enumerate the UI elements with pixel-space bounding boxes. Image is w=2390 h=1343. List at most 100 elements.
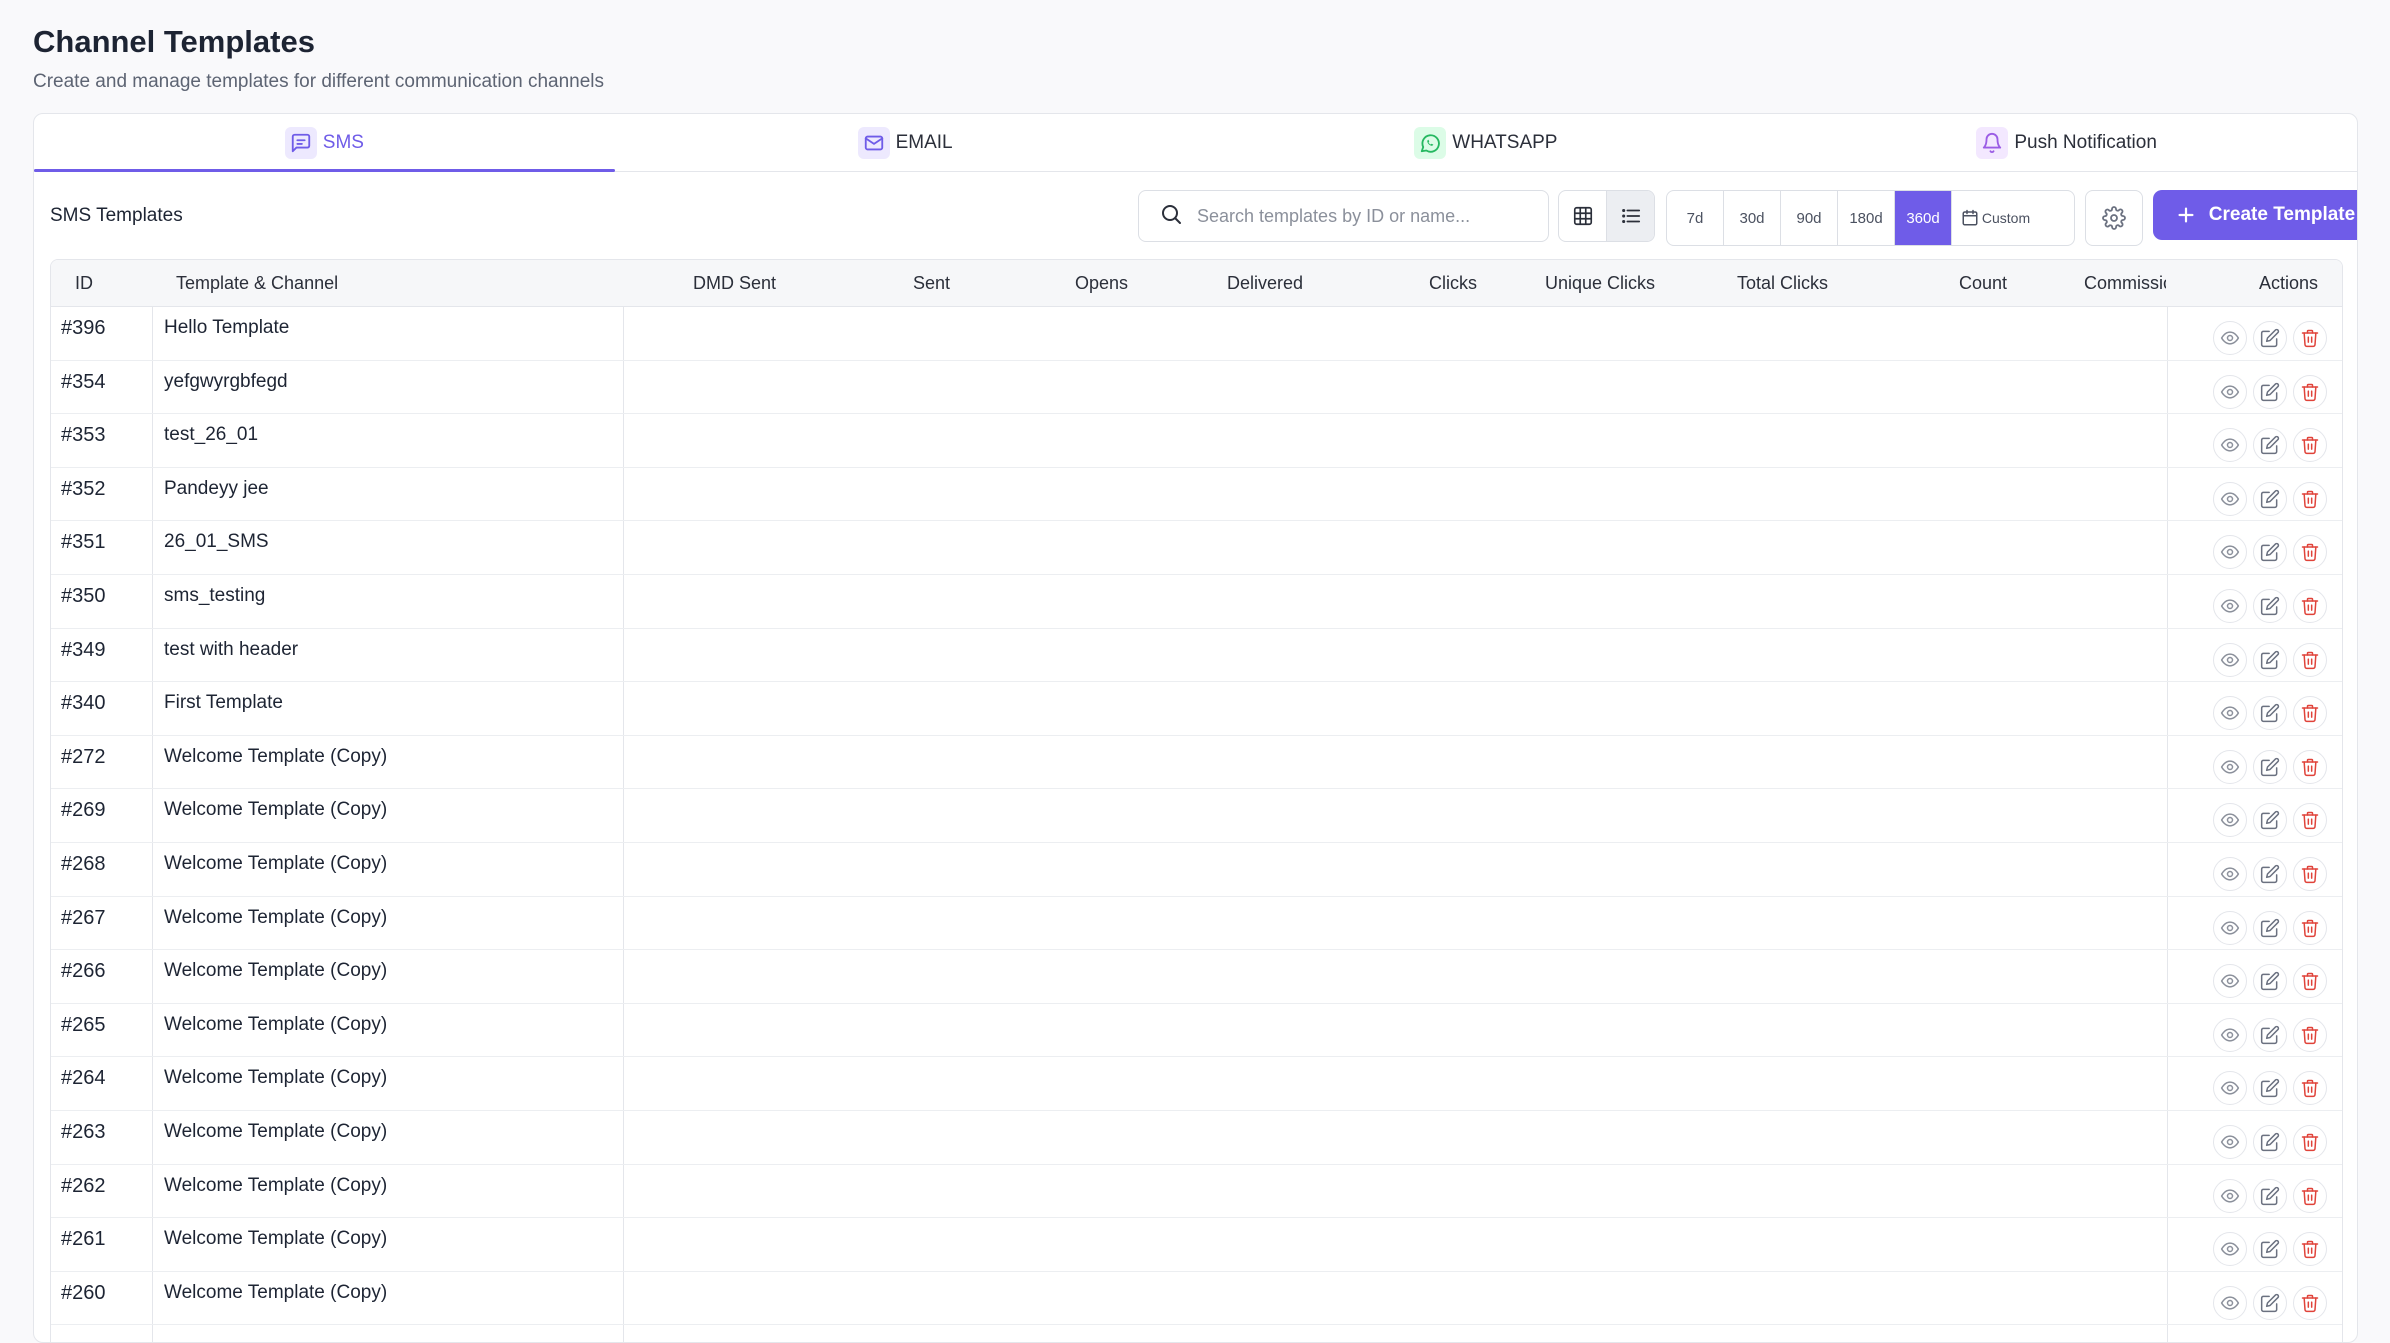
edit-button[interactable] bbox=[2253, 856, 2287, 891]
table-row[interactable]: #266 Welcome Template (Copy) bbox=[51, 950, 2342, 1004]
header-template[interactable]: Template & Channel bbox=[176, 260, 338, 307]
delete-button[interactable] bbox=[2293, 374, 2327, 409]
delete-button[interactable] bbox=[2293, 1285, 2327, 1320]
view-button[interactable] bbox=[2213, 642, 2247, 677]
view-button[interactable] bbox=[2213, 856, 2247, 891]
edit-button[interactable] bbox=[2253, 588, 2287, 623]
view-button[interactable] bbox=[2213, 803, 2247, 838]
tab-push-notification[interactable]: Push Notification bbox=[1776, 114, 2357, 171]
edit-button[interactable] bbox=[2253, 910, 2287, 945]
delete-button[interactable] bbox=[2293, 856, 2327, 891]
range-360d-button[interactable]: 360d bbox=[1895, 191, 1952, 245]
table-row[interactable]: #265 Welcome Template (Copy) bbox=[51, 1004, 2342, 1058]
delete-button[interactable] bbox=[2293, 642, 2327, 677]
search-box[interactable] bbox=[1138, 190, 1549, 242]
view-button[interactable] bbox=[2213, 588, 2247, 623]
header-total-clicks[interactable]: Total Clicks bbox=[1737, 260, 1828, 307]
table-row[interactable]: #262 Welcome Template (Copy) bbox=[51, 1165, 2342, 1219]
tab-sms[interactable]: SMS bbox=[34, 114, 615, 172]
table-row[interactable]: #268 Welcome Template (Copy) bbox=[51, 843, 2342, 897]
delete-button[interactable] bbox=[2293, 749, 2327, 784]
view-button[interactable] bbox=[2213, 481, 2247, 516]
view-button[interactable] bbox=[2213, 1071, 2247, 1106]
edit-button[interactable] bbox=[2253, 1017, 2287, 1052]
delete-button[interactable] bbox=[2293, 964, 2327, 999]
tab-whatsapp[interactable]: WHATSAPP bbox=[1196, 114, 1777, 171]
delete-button[interactable] bbox=[2293, 1232, 2327, 1267]
table-row[interactable]: #264 Welcome Template (Copy) bbox=[51, 1057, 2342, 1111]
edit-button[interactable] bbox=[2253, 1178, 2287, 1213]
table-row[interactable]: #272 Welcome Template (Copy) bbox=[51, 736, 2342, 790]
settings-button[interactable] bbox=[2085, 190, 2143, 246]
table-row[interactable]: #260 Welcome Template (Copy) bbox=[51, 1272, 2342, 1326]
table-row[interactable]: #269 Welcome Template (Copy) bbox=[51, 789, 2342, 843]
table-row[interactable]: #267 Welcome Template (Copy) bbox=[51, 897, 2342, 951]
delete-button[interactable] bbox=[2293, 535, 2327, 570]
view-button[interactable] bbox=[2213, 321, 2247, 355]
create-template-button[interactable]: Create Template bbox=[2153, 190, 2357, 240]
view-button[interactable] bbox=[2213, 374, 2247, 409]
edit-button[interactable] bbox=[2253, 1124, 2287, 1159]
delete-button[interactable] bbox=[2293, 910, 2327, 945]
header-dmd-sent[interactable]: DMD Sent bbox=[693, 260, 776, 307]
header-clicks[interactable]: Clicks bbox=[1429, 260, 1477, 307]
header-count[interactable]: Count bbox=[1959, 260, 2007, 307]
edit-button[interactable] bbox=[2253, 696, 2287, 731]
search-input[interactable] bbox=[1197, 205, 1517, 227]
table-row[interactable]: #350 sms_testing bbox=[51, 575, 2342, 629]
table-row[interactable]: #349 test with header bbox=[51, 629, 2342, 683]
delete-button[interactable] bbox=[2293, 481, 2327, 516]
delete-button[interactable] bbox=[2293, 1178, 2327, 1213]
delete-button[interactable] bbox=[2293, 321, 2327, 355]
tab-email[interactable]: EMAIL bbox=[615, 114, 1196, 171]
edit-button[interactable] bbox=[2253, 642, 2287, 677]
range-custom-button[interactable]: Custom bbox=[1952, 191, 2039, 245]
delete-button[interactable] bbox=[2293, 588, 2327, 623]
edit-button[interactable] bbox=[2253, 803, 2287, 838]
header-unique-clicks[interactable]: Unique Clicks bbox=[1545, 260, 1655, 307]
header-commission[interactable]: Commission bbox=[2084, 260, 2166, 307]
table-row[interactable]: #396 Hello Template bbox=[51, 307, 2342, 361]
table-row[interactable]: #263 Welcome Template (Copy) bbox=[51, 1111, 2342, 1165]
range-30d-button[interactable]: 30d bbox=[1724, 191, 1781, 245]
delete-button[interactable] bbox=[2293, 1071, 2327, 1106]
table-row[interactable]: #351 26_01_SMS bbox=[51, 521, 2342, 575]
delete-button[interactable] bbox=[2293, 1017, 2327, 1052]
view-button[interactable] bbox=[2213, 1285, 2247, 1320]
edit-button[interactable] bbox=[2253, 964, 2287, 999]
header-id[interactable]: ID bbox=[75, 260, 93, 307]
view-button[interactable] bbox=[2213, 696, 2247, 731]
view-button[interactable] bbox=[2213, 535, 2247, 570]
edit-button[interactable] bbox=[2253, 535, 2287, 570]
range-7d-button[interactable]: 7d bbox=[1667, 191, 1724, 245]
range-180d-button[interactable]: 180d bbox=[1838, 191, 1895, 245]
edit-button[interactable] bbox=[2253, 321, 2287, 355]
table-row[interactable]: #354 yefgwyrgbfegd bbox=[51, 361, 2342, 415]
edit-button[interactable] bbox=[2253, 749, 2287, 784]
delete-button[interactable] bbox=[2293, 696, 2327, 731]
table-row[interactable]: #352 Pandeyy jee bbox=[51, 468, 2342, 522]
edit-button[interactable] bbox=[2253, 1071, 2287, 1106]
edit-button[interactable] bbox=[2253, 1285, 2287, 1320]
view-button[interactable] bbox=[2213, 1178, 2247, 1213]
list-view-button[interactable] bbox=[1606, 191, 1654, 241]
view-button[interactable] bbox=[2213, 964, 2247, 999]
header-delivered[interactable]: Delivered bbox=[1227, 260, 1303, 307]
edit-button[interactable] bbox=[2253, 374, 2287, 409]
table-row[interactable]: #340 First Template bbox=[51, 682, 2342, 736]
view-button[interactable] bbox=[2213, 1232, 2247, 1267]
delete-button[interactable] bbox=[2293, 428, 2327, 463]
header-sent[interactable]: Sent bbox=[913, 260, 950, 307]
view-button[interactable] bbox=[2213, 910, 2247, 945]
view-button[interactable] bbox=[2213, 749, 2247, 784]
view-button[interactable] bbox=[2213, 428, 2247, 463]
edit-button[interactable] bbox=[2253, 481, 2287, 516]
table-row[interactable]: #353 test_26_01 bbox=[51, 414, 2342, 468]
grid-view-button[interactable] bbox=[1559, 191, 1606, 241]
range-90d-button[interactable]: 90d bbox=[1781, 191, 1838, 245]
view-button[interactable] bbox=[2213, 1124, 2247, 1159]
table-row[interactable]: #261 Welcome Template (Copy) bbox=[51, 1218, 2342, 1272]
edit-button[interactable] bbox=[2253, 1232, 2287, 1267]
header-opens[interactable]: Opens bbox=[1075, 260, 1128, 307]
view-button[interactable] bbox=[2213, 1017, 2247, 1052]
